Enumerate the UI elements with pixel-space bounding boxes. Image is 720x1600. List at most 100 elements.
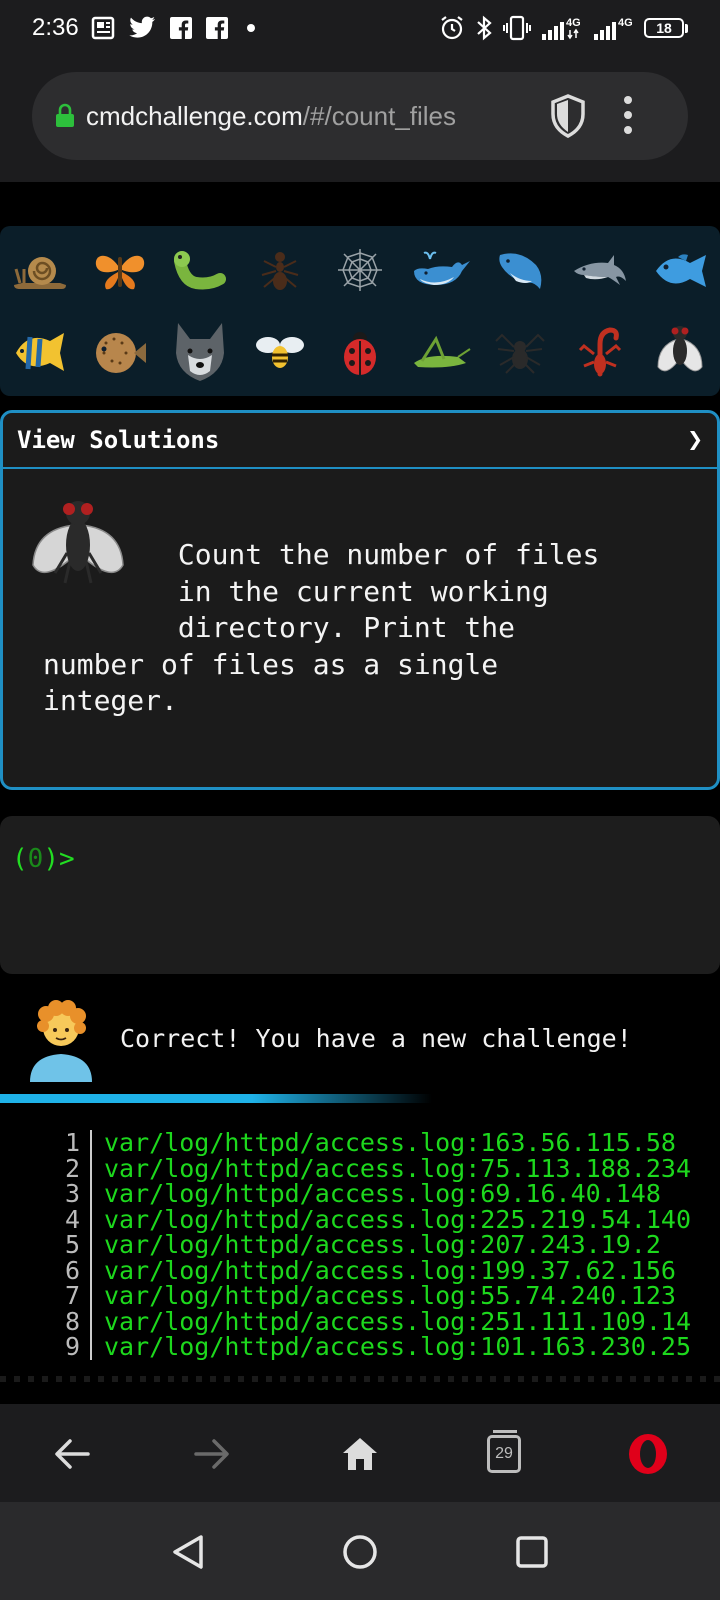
command-prompt[interactable]: (0)> <box>12 844 75 874</box>
ladybug-icon[interactable] <box>320 312 400 392</box>
line-text: var/log/httpd/access.log:207.243.19.2 <box>104 1230 661 1259</box>
line-text: var/log/httpd/access.log:75.113.188.234 <box>104 1153 691 1183</box>
solved-challenges-panel <box>0 226 720 396</box>
challenge-description: Count the number of files in the current… <box>43 538 600 717</box>
snail-icon[interactable] <box>0 230 80 310</box>
back-button[interactable] <box>42 1424 102 1484</box>
spider-web-icon[interactable] <box>320 230 400 310</box>
browser-toolbar: cmdchallenge.com/#/count_files <box>0 56 720 182</box>
cricket-icon[interactable] <box>400 312 480 392</box>
home-icon <box>343 1438 377 1470</box>
line-text: var/log/httpd/access.log:69.16.40.148 <box>104 1179 661 1208</box>
feedback-text: Correct! You have a new challenge! <box>120 1024 632 1053</box>
command-terminal[interactable]: (0)> <box>0 816 720 974</box>
address-bar[interactable]: cmdchallenge.com/#/count_files <box>32 72 688 160</box>
more-menu-icon[interactable] <box>618 96 638 134</box>
chevron-right-icon[interactable]: ❯ <box>687 425 703 455</box>
tabs-button[interactable]: 29 <box>474 1424 534 1484</box>
prompt-close: )> <box>43 844 75 874</box>
emoji-row-1 <box>0 230 720 310</box>
square-recents-icon <box>516 1536 548 1568</box>
notification-icons <box>91 16 261 40</box>
url-text[interactable]: cmdchallenge.com/#/count_files <box>86 101 456 132</box>
arrow-right-icon <box>194 1439 229 1469</box>
tropical-fish-icon[interactable] <box>0 312 80 392</box>
signal-icon-2: 4G <box>594 17 633 40</box>
dot-icon <box>246 24 255 32</box>
output-line: 9 var/log/httpd/access.log:101.163.230.25 <box>0 1334 720 1360</box>
url-domain: cmdchallenge.com <box>86 100 303 131</box>
forward-button[interactable] <box>182 1424 242 1484</box>
line-number: 6 <box>64 1255 80 1285</box>
status-time: 2:36 <box>32 14 79 41</box>
line-number: 4 <box>64 1204 80 1234</box>
feedback-message: Correct! You have a new challenge! <box>0 990 720 1090</box>
line-number: 9 <box>64 1332 80 1361</box>
bug-icon[interactable] <box>160 230 240 310</box>
system-recents-button[interactable] <box>512 1532 552 1572</box>
system-navigation-bar <box>0 1502 720 1600</box>
page-bottom-edge <box>0 1376 720 1382</box>
status-bar: 2:36 4G 4G 18 <box>0 0 720 56</box>
line-number: 1 <box>64 1130 80 1157</box>
ant-icon[interactable] <box>240 230 320 310</box>
opera-menu-button[interactable] <box>618 1424 678 1484</box>
prompt-open: ( <box>12 844 28 874</box>
browser-bottom-nav: 29 <box>0 1404 720 1502</box>
line-text: var/log/httpd/access.log:101.163.230.25 <box>104 1332 691 1361</box>
challenge-card: View Solutions ❯ Count the number of fil… <box>0 410 720 790</box>
twitter-icon <box>128 16 155 38</box>
butterfly-icon[interactable] <box>80 230 160 310</box>
view-solutions-label: View Solutions <box>17 426 220 454</box>
output-line: 7 var/log/httpd/access.log:55.74.240.123 <box>0 1283 720 1309</box>
shield-icon[interactable] <box>548 92 588 140</box>
spouting-whale-icon[interactable] <box>480 230 560 310</box>
output-line: 4 var/log/httpd/access.log:225.219.54.140 <box>0 1204 720 1234</box>
arrow-left-icon <box>55 1439 90 1469</box>
spider-icon[interactable] <box>480 312 560 392</box>
output-line: 3 var/log/httpd/access.log:69.16.40.148 <box>0 1181 720 1207</box>
dolphin-icon[interactable] <box>560 230 640 310</box>
line-number: 7 <box>64 1281 80 1310</box>
fish-icon[interactable] <box>640 230 720 310</box>
whale-icon[interactable] <box>400 230 480 310</box>
wolf-icon[interactable] <box>160 312 240 392</box>
network-label-2: 4G <box>618 17 633 29</box>
system-status-icons: 4G 4G 18 <box>438 14 688 42</box>
command-output: 1 var/log/httpd/access.log:163.56.115.58 … <box>0 1130 720 1362</box>
opera-logo-icon <box>629 1434 667 1474</box>
prompt-count: 0 <box>27 844 44 874</box>
alarm-icon <box>441 16 463 40</box>
triangle-back-icon <box>173 1535 203 1569</box>
divider <box>0 1094 720 1103</box>
line-number: 8 <box>64 1306 80 1336</box>
circle-home-icon <box>343 1535 377 1569</box>
output-line: 1 var/log/httpd/access.log:163.56.115.58 <box>0 1130 720 1156</box>
bee-icon[interactable] <box>240 312 320 392</box>
line-number: 2 <box>64 1153 80 1183</box>
output-line: 6 var/log/httpd/access.log:199.37.62.156 <box>0 1255 720 1285</box>
web-page: View Solutions ❯ Count the number of fil… <box>0 182 720 1404</box>
output-line: 8 var/log/httpd/access.log:251.111.109.14 <box>0 1306 720 1336</box>
line-text: var/log/httpd/access.log:225.219.54.140 <box>104 1204 691 1234</box>
line-number: 3 <box>64 1179 80 1208</box>
bluetooth-icon <box>477 15 492 41</box>
system-back-button[interactable] <box>168 1532 208 1572</box>
view-solutions-toggle[interactable]: View Solutions ❯ <box>3 413 717 469</box>
line-number: 5 <box>64 1230 80 1259</box>
vibrate-icon <box>503 15 531 41</box>
news-icon <box>91 16 114 40</box>
output-line: 5 var/log/httpd/access.log:207.243.19.2 <box>0 1232 720 1258</box>
battery-level: 18 <box>644 18 684 38</box>
facebook-icon <box>169 17 192 39</box>
signal-icon: 4G <box>542 17 581 40</box>
fly-icon[interactable] <box>640 312 720 392</box>
blowfish-icon[interactable] <box>80 312 160 392</box>
url-path: /#/count_files <box>302 100 456 131</box>
output-line: 2 var/log/httpd/access.log:75.113.188.234 <box>0 1153 720 1183</box>
system-home-button[interactable] <box>340 1532 380 1572</box>
home-button[interactable] <box>330 1424 390 1484</box>
tab-count: 29 <box>487 1430 521 1473</box>
scorpion-icon[interactable] <box>560 312 640 392</box>
line-text: var/log/httpd/access.log:163.56.115.58 <box>104 1130 676 1157</box>
